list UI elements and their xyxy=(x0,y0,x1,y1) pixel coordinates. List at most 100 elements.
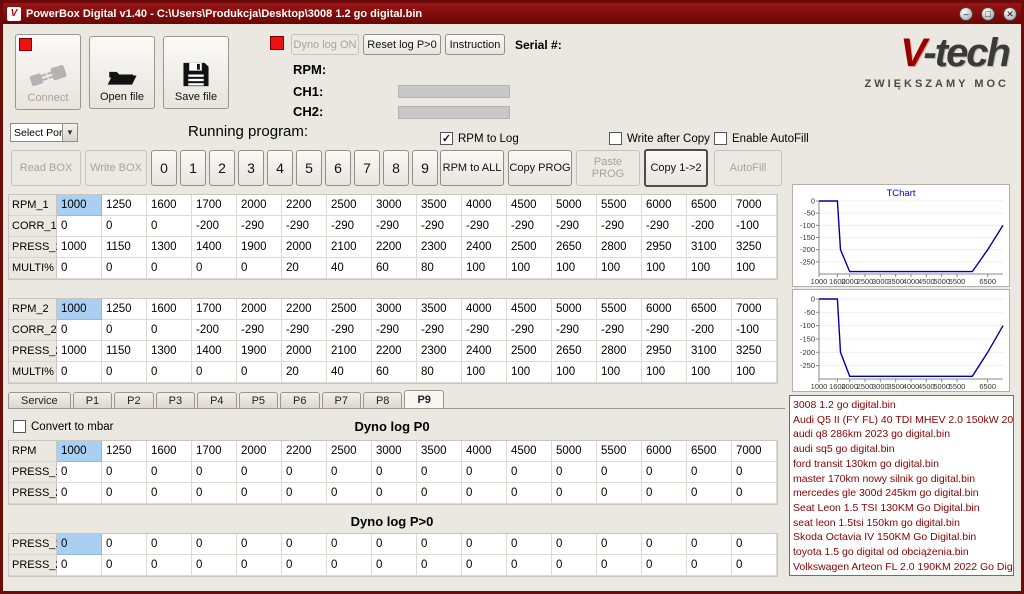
grid-cell[interactable]: 40 xyxy=(327,258,372,279)
grid-cell[interactable]: 0 xyxy=(147,555,192,576)
grid-cell[interactable]: 100 xyxy=(597,258,642,279)
grid-cell[interactable]: 5000 xyxy=(552,299,597,320)
file-list-item[interactable]: Audi Q5 II (FY FL) 40 TDI MHEV 2.0 150kW… xyxy=(793,413,1013,428)
grid-cell[interactable]: 2200 xyxy=(282,299,327,320)
grid-cell[interactable]: 2200 xyxy=(282,441,327,462)
digit-button-4[interactable]: 4 xyxy=(267,150,293,186)
grid-cell[interactable]: 0 xyxy=(372,555,417,576)
grid-cell[interactable]: 1700 xyxy=(192,441,237,462)
grid-cell[interactable]: 0 xyxy=(282,555,327,576)
grid-cell[interactable]: -290 xyxy=(642,320,687,341)
grid-cell[interactable]: 0 xyxy=(237,362,282,383)
grid-cell[interactable]: 4500 xyxy=(507,195,552,216)
grid-cell[interactable]: 1600 xyxy=(147,195,192,216)
grid-cell[interactable]: 2650 xyxy=(552,341,597,362)
grid-cell[interactable]: 1000 xyxy=(57,195,102,216)
grid-cell[interactable]: -290 xyxy=(462,320,507,341)
grid-cell[interactable]: 100 xyxy=(732,258,777,279)
digit-button-7[interactable]: 7 xyxy=(354,150,380,186)
grid-cell[interactable]: 7000 xyxy=(732,195,777,216)
grid-cell[interactable]: 0 xyxy=(102,258,147,279)
grid-cell[interactable]: 0 xyxy=(507,555,552,576)
reset-log-button[interactable]: Reset log P>0 xyxy=(363,34,441,55)
grid-cell[interactable]: 0 xyxy=(237,534,282,555)
grid-cell[interactable]: 6000 xyxy=(642,441,687,462)
minimize-button[interactable]: – xyxy=(959,7,973,21)
file-list-item[interactable]: Volkswagen Arteon FL 2.0 190KM 2022 Go D… xyxy=(793,560,1013,575)
grid-cell[interactable]: 3500 xyxy=(417,441,462,462)
grid-cell[interactable]: 60 xyxy=(372,258,417,279)
grid-cell[interactable]: 3100 xyxy=(687,341,732,362)
digit-button-0[interactable]: 0 xyxy=(151,150,177,186)
grid-cell[interactable]: 100 xyxy=(732,362,777,383)
grid-cell[interactable]: 0 xyxy=(192,534,237,555)
grid-cell[interactable]: 7000 xyxy=(732,299,777,320)
paste-prog-button[interactable]: Paste PROG xyxy=(576,150,640,186)
grid-cell[interactable]: -100 xyxy=(732,216,777,237)
grid-cell[interactable]: 1900 xyxy=(237,341,282,362)
grid-cell[interactable]: 0 xyxy=(57,216,102,237)
save-file-button[interactable]: Save file xyxy=(163,36,229,109)
grid-cell[interactable]: 3500 xyxy=(417,299,462,320)
grid-cell[interactable]: 0 xyxy=(282,462,327,483)
grid-cell[interactable]: 2000 xyxy=(237,195,282,216)
grid-cell[interactable]: 2500 xyxy=(327,441,372,462)
tab-service[interactable]: Service xyxy=(8,392,71,408)
grid-cell[interactable]: -290 xyxy=(327,320,372,341)
grid-cell[interactable]: 2800 xyxy=(597,237,642,258)
maximize-button[interactable]: □ xyxy=(981,7,995,21)
grid-cell[interactable]: 20 xyxy=(282,362,327,383)
grid-cell[interactable]: 0 xyxy=(192,362,237,383)
grid-cell[interactable]: 0 xyxy=(57,462,102,483)
grid-cell[interactable]: 6500 xyxy=(687,195,732,216)
grid-cell[interactable]: 0 xyxy=(102,320,147,341)
grid-cell[interactable]: 2500 xyxy=(507,341,552,362)
autofill-button[interactable]: AutoFill xyxy=(714,150,782,186)
grid-cell[interactable]: 60 xyxy=(372,362,417,383)
grid-cell[interactable]: 2200 xyxy=(372,341,417,362)
file-list-item[interactable]: 3008 1.2 go digital.bin xyxy=(793,398,1013,413)
grid-cell[interactable]: 0 xyxy=(57,483,102,504)
grid-cell[interactable]: 0 xyxy=(732,462,777,483)
grid-cell[interactable]: 0 xyxy=(237,462,282,483)
grid-cell[interactable]: -290 xyxy=(642,216,687,237)
file-list-item[interactable]: master 170km nowy silnik go digital.bin xyxy=(793,472,1013,487)
grid-cell[interactable]: 2950 xyxy=(642,341,687,362)
grid-cell[interactable]: 0 xyxy=(732,483,777,504)
grid-cell[interactable]: -290 xyxy=(282,320,327,341)
grid-cell[interactable]: 0 xyxy=(327,483,372,504)
grid-cell[interactable]: 0 xyxy=(462,555,507,576)
grid-cell[interactable]: -290 xyxy=(372,216,417,237)
digit-button-9[interactable]: 9 xyxy=(412,150,438,186)
grid-cell[interactable]: -200 xyxy=(687,216,732,237)
tab-p6[interactable]: P6 xyxy=(280,392,319,408)
grid-cell[interactable]: 1000 xyxy=(57,299,102,320)
tab-p4[interactable]: P4 xyxy=(197,392,236,408)
file-list-item[interactable]: seat leon 1.5tsi 150km go digital.bin xyxy=(793,516,1013,531)
grid-cell[interactable]: -200 xyxy=(192,216,237,237)
tab-p8[interactable]: P8 xyxy=(363,392,402,408)
grid-cell[interactable]: 5000 xyxy=(552,195,597,216)
grid-cell[interactable]: 0 xyxy=(642,483,687,504)
file-list-item[interactable]: audi sq5 go digital.bin xyxy=(793,442,1013,457)
grid-cell[interactable]: -290 xyxy=(552,320,597,341)
grid-cell[interactable]: 4000 xyxy=(462,195,507,216)
grid-cell[interactable]: -290 xyxy=(417,216,462,237)
grid-cell[interactable]: 5000 xyxy=(552,441,597,462)
digit-button-5[interactable]: 5 xyxy=(296,150,322,186)
grid-cell[interactable]: 1700 xyxy=(192,299,237,320)
file-list-item[interactable]: ford transit 130km go digital.bin xyxy=(793,457,1013,472)
grid-cell[interactable]: 0 xyxy=(552,534,597,555)
grid-cell[interactable]: 2500 xyxy=(507,237,552,258)
grid-cell[interactable]: 0 xyxy=(417,534,462,555)
grid-cell[interactable]: 1000 xyxy=(57,341,102,362)
grid-cell[interactable]: 0 xyxy=(597,462,642,483)
grid-cell[interactable]: 0 xyxy=(642,462,687,483)
grid-cell[interactable]: 0 xyxy=(192,258,237,279)
grid-cell[interactable]: 100 xyxy=(462,362,507,383)
digit-button-1[interactable]: 1 xyxy=(180,150,206,186)
grid-cell[interactable]: 3250 xyxy=(732,341,777,362)
grid-cell[interactable]: 0 xyxy=(102,534,147,555)
tab-p5[interactable]: P5 xyxy=(239,392,278,408)
grid-cell[interactable]: 3250 xyxy=(732,237,777,258)
